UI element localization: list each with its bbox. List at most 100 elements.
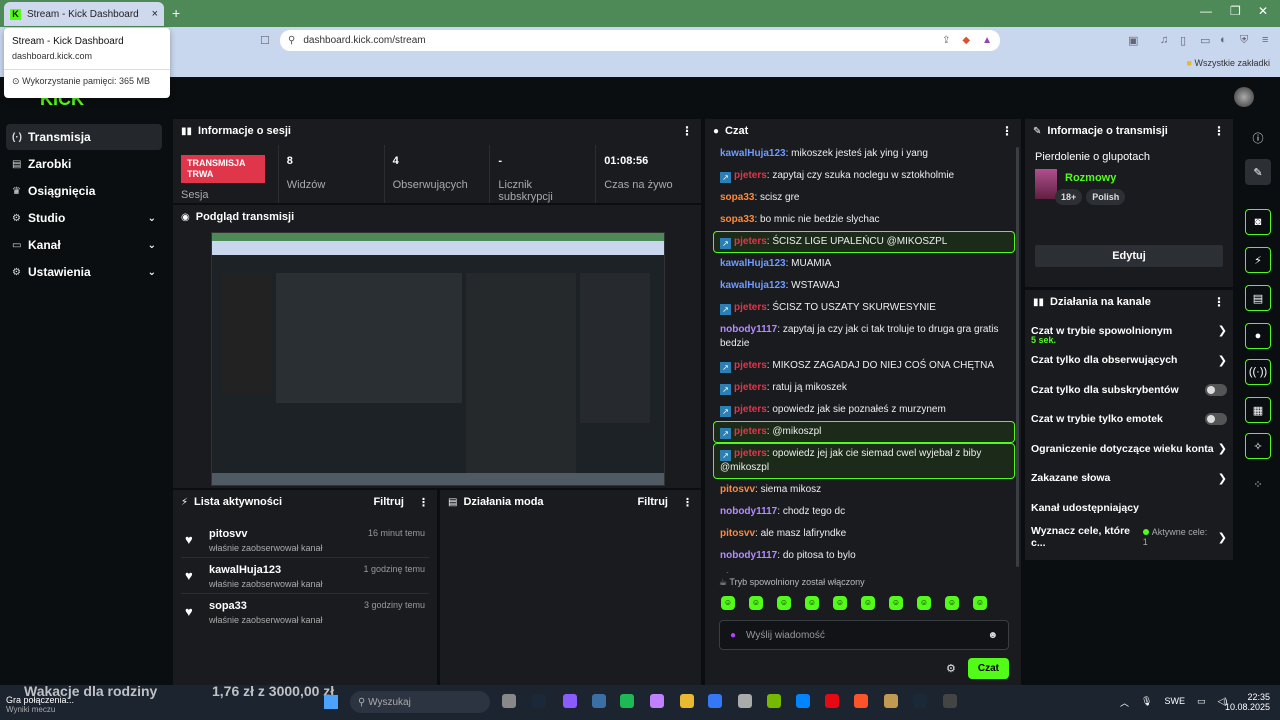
chat-username[interactable]: pjeters <box>734 404 767 415</box>
emote-icon[interactable]: ☺ <box>917 596 931 610</box>
sidebar-item-ustawienia[interactable]: ⚙ Ustawienia ⌄ <box>6 259 162 285</box>
chat-username[interactable]: sopa33 <box>720 214 754 225</box>
emote-icon[interactable]: ☺ <box>777 596 791 610</box>
more-options-icon[interactable]: ⋮ <box>1213 295 1225 309</box>
send-chat-button[interactable]: Czat <box>967 658 1009 679</box>
chat-messages[interactable]: kawalHuja123: mikoszek jesteś jak ying i… <box>705 143 1021 573</box>
more-options-icon[interactable]: ⋮ <box>1001 124 1013 138</box>
maximize-icon[interactable]: ❐ <box>1230 4 1241 18</box>
chat-username[interactable]: pitosvv <box>720 484 755 495</box>
chat-username[interactable]: pjeters <box>734 448 767 459</box>
chat-username[interactable]: nobody1117 <box>720 506 777 517</box>
emote-icon[interactable]: ☺ <box>721 596 735 610</box>
address-bar[interactable]: ⚲ dashboard.kick.com/stream ⇪ ◆ ▲ <box>280 30 1000 51</box>
emote-icon[interactable]: ☺ <box>973 596 987 610</box>
camera-icon[interactable]: ◙ <box>1245 209 1271 235</box>
clock[interactable]: 22:35 10.08.2025 <box>1225 692 1270 712</box>
emote-icon[interactable]: ☺ <box>889 596 903 610</box>
clipboard-icon[interactable]: ▤ <box>1245 285 1271 311</box>
explorer-icon[interactable] <box>680 694 694 708</box>
info-icon[interactable]: ⓘ <box>1245 125 1271 151</box>
tray-chevron-icon[interactable]: ︿ <box>1120 696 1129 709</box>
microphone-icon[interactable]: ● <box>730 630 736 641</box>
chat-username[interactable]: pitosvv <box>720 528 755 539</box>
layout-icon[interactable]: ▦ <box>1245 397 1271 423</box>
more-options-icon[interactable]: ⋮ <box>681 124 693 138</box>
taskbar-widget[interactable]: Gra połączenia... Wyniki meczu <box>6 695 74 714</box>
sidebar-icon[interactable]: ▯ <box>1180 34 1186 47</box>
sidebar-item-osiagniecia[interactable]: ♛ Osiągnięcia <box>6 178 162 204</box>
extensions-icon[interactable]: ▭ <box>1200 34 1210 47</box>
chat-username[interactable]: kawalHuja123 <box>720 258 786 269</box>
followers-only-row[interactable]: Czat tylko dla obserwujących ❯ <box>1025 346 1233 376</box>
nvidia-icon[interactable] <box>767 694 781 708</box>
bookmark-icon[interactable]: ☐ <box>260 34 270 47</box>
emote-icon[interactable]: ☺ <box>833 596 847 610</box>
emote-icon[interactable]: ☺ <box>861 596 875 610</box>
broadcast-icon[interactable]: ((·)) <box>1245 359 1271 385</box>
user-avatar[interactable] <box>1234 87 1254 107</box>
network-icon[interactable]: ▭ <box>1197 696 1206 709</box>
more-options-icon[interactable]: ⋮ <box>418 496 429 509</box>
site-info-icon[interactable]: ⚲ <box>288 35 295 46</box>
spotify-icon[interactable] <box>620 694 634 708</box>
sidebar-item-kanal[interactable]: ▭ Kanał ⌄ <box>6 232 162 258</box>
language-indicator[interactable]: SWE <box>1164 696 1185 709</box>
chat-username[interactable]: pjeters <box>734 426 767 437</box>
menu-icon[interactable]: ≡ <box>1262 34 1268 46</box>
chat-username[interactable]: kawalHuja123 <box>720 280 786 291</box>
tab-close-icon[interactable]: × <box>152 8 158 20</box>
chat-username[interactable]: sopa33 <box>720 192 754 203</box>
messenger-icon[interactable] <box>796 694 810 708</box>
sidebar-item-studio[interactable]: ⚙ Studio ⌄ <box>6 205 162 231</box>
sidebar-item-transmisja[interactable]: (·) Transmisja <box>6 124 162 150</box>
emoji-icon[interactable]: ☻ <box>987 630 998 641</box>
chat-username[interactable]: pjeters <box>734 360 767 371</box>
chat-settings-icon[interactable]: ⚙ <box>946 662 956 675</box>
goals-row[interactable]: Wyznacz cele, które c... Aktywne cele: 1 ❯ <box>1025 523 1233 553</box>
shield-icon[interactable]: ⛨ <box>1240 34 1248 47</box>
edit-button[interactable]: Edytuj <box>1035 245 1223 267</box>
chat-username[interactable]: pjeters <box>734 236 767 247</box>
chat-bubble-icon[interactable]: ● <box>1245 323 1271 349</box>
filter-button[interactable]: Filtruj <box>373 496 404 508</box>
all-bookmarks[interactable]: ■ Wszystkie zakładki <box>1187 58 1270 68</box>
chat-username[interactable]: nobody1117 <box>720 324 777 335</box>
brave-shield-icon[interactable]: ◆ <box>962 35 970 46</box>
emote-icon[interactable]: ☺ <box>805 596 819 610</box>
chat-username[interactable]: pjeters <box>734 382 767 393</box>
windows-start-icon[interactable] <box>324 695 338 709</box>
chat-username[interactable]: nobody1117 <box>720 550 777 561</box>
chat-username[interactable]: kawalHuja123 <box>720 148 786 159</box>
minimize-icon[interactable]: — <box>1200 4 1212 18</box>
steam-icon[interactable] <box>913 694 927 708</box>
emote-icon[interactable]: ☺ <box>749 596 763 610</box>
mail-icon[interactable] <box>708 694 722 708</box>
netflix-icon[interactable] <box>825 694 839 708</box>
banned-words-row[interactable]: Zakazane słowa ❯ <box>1025 464 1233 494</box>
settings-icon[interactable] <box>738 694 752 708</box>
more-options-icon[interactable]: ⋮ <box>682 496 693 509</box>
emote-icon[interactable]: ☺ <box>945 596 959 610</box>
stream-preview-video[interactable] <box>211 232 665 486</box>
filter-button[interactable]: Filtruj <box>637 496 668 508</box>
edit-icon[interactable]: ✎ <box>1245 159 1271 185</box>
media-icon[interactable]: ♫ <box>1160 34 1168 46</box>
lightning-icon[interactable]: ⚡ <box>1245 247 1271 273</box>
chat-username[interactable]: pjeters <box>734 170 767 181</box>
new-tab-button[interactable]: + <box>172 5 180 21</box>
wrench-icon[interactable]: ✧ <box>1245 433 1271 459</box>
game-icon[interactable] <box>884 694 898 708</box>
subs-only-toggle[interactable] <box>1205 383 1227 396</box>
account-age-row[interactable]: Ograniczenie dotyczące wieku konta ❯ <box>1025 434 1233 464</box>
chat-username[interactable]: pjeters <box>734 302 767 313</box>
host-channel-row[interactable]: Kanał udostępniający <box>1025 493 1233 523</box>
emote-only-toggle[interactable] <box>1205 413 1227 426</box>
brave-rewards-icon[interactable]: ▲ <box>982 35 992 46</box>
vpn-icon[interactable]: ◐ <box>1220 34 1227 46</box>
slow-mode-row[interactable]: Czat w trybie spowolnionym 5 sek. ❯ <box>1025 316 1233 346</box>
taskview-icon[interactable] <box>502 694 516 708</box>
more-options-icon[interactable]: ⋮ <box>1213 124 1225 138</box>
reader-icon[interactable]: ▣ <box>1128 34 1138 47</box>
microphone-icon[interactable]: 🎙 <box>1141 696 1152 709</box>
